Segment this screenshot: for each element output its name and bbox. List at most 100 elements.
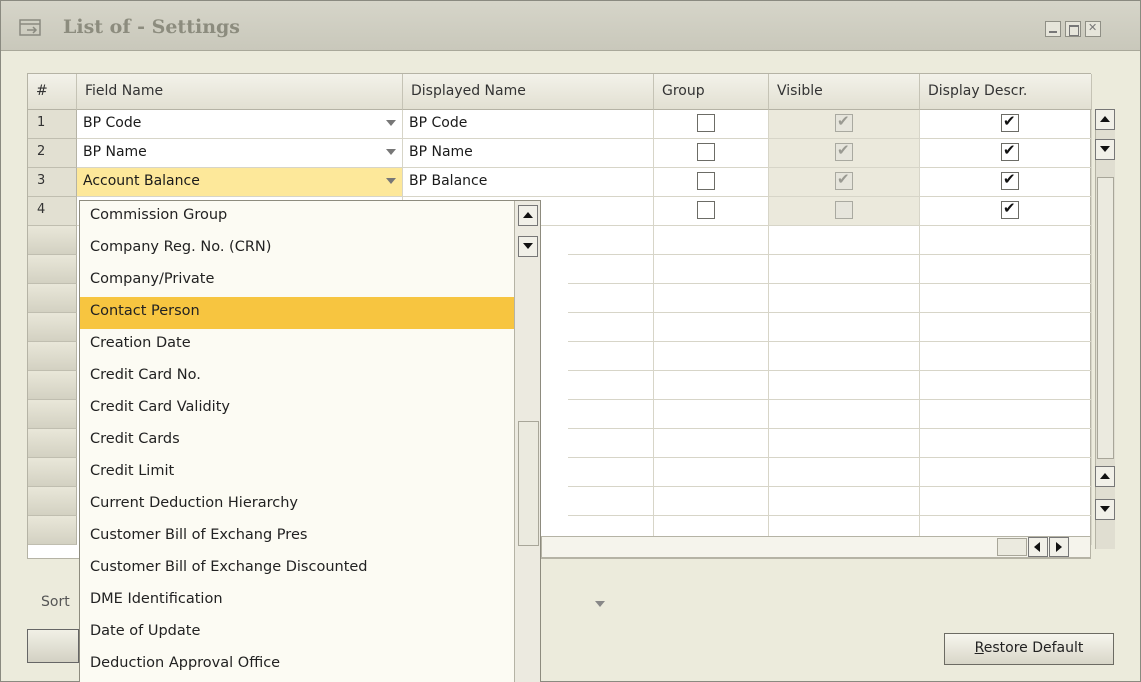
scroll-down-button[interactable] <box>1095 139 1115 160</box>
empty-cell[interactable] <box>654 284 769 313</box>
empty-cell[interactable] <box>568 284 654 313</box>
empty-cell[interactable] <box>769 226 920 255</box>
empty-cell[interactable] <box>654 255 769 284</box>
empty-cell[interactable] <box>654 458 769 487</box>
row-number-empty[interactable] <box>28 487 77 516</box>
chevron-down-icon[interactable] <box>386 120 396 126</box>
empty-cell[interactable] <box>769 371 920 400</box>
displayed-name-cell[interactable]: BP Code <box>403 110 654 139</box>
close-button[interactable] <box>1085 21 1101 37</box>
empty-cell[interactable] <box>654 342 769 371</box>
field-name-cell-active[interactable]: Account Balance <box>77 168 403 197</box>
displayed-name-cell[interactable]: BP Balance <box>403 168 654 197</box>
row-number-empty[interactable] <box>28 226 77 255</box>
empty-cell[interactable] <box>769 429 920 458</box>
col-header-field-name[interactable]: Field Name <box>77 74 403 110</box>
empty-cell[interactable] <box>920 429 1092 458</box>
row-number-empty[interactable] <box>28 255 77 284</box>
ok-button[interactable] <box>27 629 79 663</box>
displayed-name-cell[interactable]: BP Name <box>403 139 654 168</box>
dropdown-item[interactable]: Company Reg. No. (CRN) <box>80 233 514 265</box>
empty-cell[interactable] <box>568 400 654 429</box>
empty-cell[interactable] <box>769 342 920 371</box>
col-header-visible[interactable]: Visible <box>769 74 920 110</box>
grid-horizontal-scrollbar[interactable] <box>541 536 1091 558</box>
scroll-up-button[interactable] <box>518 205 538 226</box>
maximize-button[interactable] <box>1065 21 1081 37</box>
empty-cell[interactable] <box>920 371 1092 400</box>
empty-cell[interactable] <box>654 487 769 516</box>
row-number-empty[interactable] <box>28 516 77 545</box>
scroll-down-button[interactable] <box>518 236 538 257</box>
dropdown-item[interactable]: Credit Card No. <box>80 361 514 393</box>
scrollbar-thumb[interactable] <box>997 538 1027 556</box>
chevron-down-icon[interactable] <box>595 601 605 607</box>
empty-cell[interactable] <box>920 342 1092 371</box>
row-number[interactable]: 3 <box>28 168 77 197</box>
dropdown-item[interactable]: Date of Update <box>80 617 514 649</box>
row-number-empty[interactable] <box>28 429 77 458</box>
empty-cell[interactable] <box>920 226 1092 255</box>
dropdown-item[interactable]: Company/Private <box>80 265 514 297</box>
empty-cell[interactable] <box>568 458 654 487</box>
scroll-up-button[interactable] <box>1095 466 1115 487</box>
dropdown-item[interactable]: Customer Bill of Exchange Discounted <box>80 553 514 585</box>
empty-cell[interactable] <box>920 487 1092 516</box>
chevron-down-icon[interactable] <box>386 178 396 184</box>
empty-cell[interactable] <box>568 371 654 400</box>
dropdown-item[interactable]: Credit Card Validity <box>80 393 514 425</box>
group-checkbox[interactable] <box>697 172 715 190</box>
empty-cell[interactable] <box>654 371 769 400</box>
dropdown-item[interactable]: Commission Group <box>80 201 514 233</box>
display-descr-checkbox[interactable] <box>1001 199 1019 219</box>
scroll-right-button[interactable] <box>1049 537 1069 557</box>
dropdown-item-selected[interactable]: Contact Person <box>80 297 514 329</box>
field-name-cell[interactable]: BP Name <box>77 139 403 168</box>
row-number-empty[interactable] <box>28 371 77 400</box>
scrollbar-thumb[interactable] <box>518 421 539 546</box>
empty-cell[interactable] <box>568 342 654 371</box>
empty-cell[interactable] <box>920 458 1092 487</box>
dropdown-item[interactable]: Customer Bill of Exchang Pres <box>80 521 514 553</box>
row-number[interactable]: 2 <box>28 139 77 168</box>
empty-cell[interactable] <box>769 255 920 284</box>
dropdown-item[interactable]: Current Deduction Hierarchy <box>80 489 514 521</box>
col-header-group[interactable]: Group <box>654 74 769 110</box>
empty-cell[interactable] <box>769 458 920 487</box>
restore-default-button[interactable]: Restore Default <box>944 633 1114 665</box>
col-header-display-descr[interactable]: Display Descr. <box>920 74 1092 110</box>
grid-vertical-scrollbar[interactable] <box>1095 109 1115 549</box>
empty-cell[interactable] <box>920 255 1092 284</box>
group-checkbox[interactable] <box>697 143 715 161</box>
row-number-empty[interactable] <box>28 313 77 342</box>
dropdown-item[interactable]: Credit Limit <box>80 457 514 489</box>
dropdown-item[interactable]: DME Identification <box>80 585 514 617</box>
dropdown-item[interactable]: Credit Cards <box>80 425 514 457</box>
scrollbar-thumb[interactable] <box>1097 177 1114 459</box>
group-checkbox[interactable] <box>697 201 715 219</box>
display-descr-checkbox[interactable] <box>1001 112 1019 132</box>
empty-cell[interactable] <box>769 400 920 429</box>
scroll-left-button[interactable] <box>1028 537 1048 557</box>
display-descr-checkbox[interactable] <box>1001 170 1019 190</box>
scroll-up-button[interactable] <box>1095 109 1115 130</box>
minimize-button[interactable] <box>1045 21 1061 37</box>
empty-cell[interactable] <box>654 400 769 429</box>
col-header-displayed-name[interactable]: Displayed Name <box>403 74 654 110</box>
row-number[interactable]: 4 <box>28 197 77 226</box>
dropdown-item[interactable]: Deduction Approval Office <box>80 649 514 681</box>
display-descr-checkbox[interactable] <box>1001 141 1019 161</box>
field-name-dropdown-list[interactable]: Commission Group Company Reg. No. (CRN) … <box>79 200 541 682</box>
empty-cell[interactable] <box>769 313 920 342</box>
empty-cell[interactable] <box>920 313 1092 342</box>
empty-cell[interactable] <box>568 487 654 516</box>
row-number[interactable]: 1 <box>28 110 77 139</box>
row-number-empty[interactable] <box>28 400 77 429</box>
empty-cell[interactable] <box>568 429 654 458</box>
dropdown-scrollbar[interactable] <box>514 201 540 682</box>
empty-cell[interactable] <box>568 255 654 284</box>
row-number-empty[interactable] <box>28 458 77 487</box>
empty-cell[interactable] <box>769 284 920 313</box>
dropdown-item[interactable]: Creation Date <box>80 329 514 361</box>
empty-cell[interactable] <box>920 284 1092 313</box>
